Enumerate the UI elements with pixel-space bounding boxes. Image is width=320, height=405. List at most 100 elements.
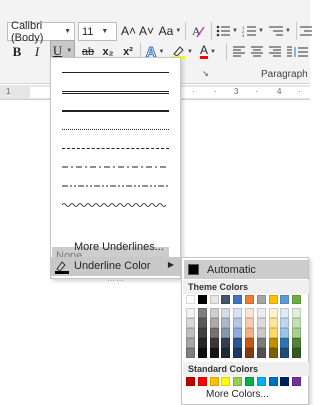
- theme-color-swatch[interactable]: [280, 295, 290, 304]
- theme-tint-swatch[interactable]: [245, 328, 254, 338]
- standard-color-swatch[interactable]: [292, 377, 302, 386]
- more-underlines-item[interactable]: More Underlines...: [51, 238, 180, 257]
- standard-color-swatch[interactable]: [280, 377, 290, 386]
- theme-tint-swatch[interactable]: [209, 308, 219, 318]
- theme-color-swatch[interactable]: [186, 295, 195, 304]
- theme-tint-swatch[interactable]: [256, 328, 266, 338]
- theme-tint-swatch[interactable]: [268, 318, 278, 328]
- theme-tint-swatch[interactable]: [280, 328, 290, 338]
- theme-tint-swatch[interactable]: [292, 338, 302, 348]
- theme-tint-swatch[interactable]: [186, 348, 195, 358]
- standard-color-swatch[interactable]: [221, 377, 231, 386]
- theme-tint-swatch[interactable]: [280, 318, 290, 328]
- standard-color-swatch[interactable]: [268, 377, 278, 386]
- theme-tint-swatch[interactable]: [186, 308, 195, 318]
- theme-color-swatch[interactable]: [221, 295, 231, 304]
- theme-tint-swatch[interactable]: [209, 348, 219, 358]
- theme-color-swatch[interactable]: [209, 295, 219, 304]
- more-colors-item[interactable]: More Colors...: [206, 389, 269, 400]
- standard-color-swatch[interactable]: [186, 377, 195, 386]
- theme-tint-swatch[interactable]: [280, 348, 290, 358]
- numbering-button[interactable]: 123 ▼: [242, 20, 264, 42]
- standard-color-swatch[interactable]: [233, 377, 243, 386]
- theme-tint-swatch[interactable]: [233, 308, 243, 318]
- underline-wave[interactable]: [54, 196, 177, 215]
- font-name-combo[interactable]: Calibri (Body) ▼: [7, 20, 75, 44]
- theme-tint-swatch[interactable]: [209, 318, 219, 328]
- font-color-button[interactable]: A ▼: [196, 41, 220, 63]
- align-right-button[interactable]: [267, 41, 283, 63]
- theme-tint-swatch[interactable]: [280, 308, 290, 318]
- shrink-font-button[interactable]: A˅: [139, 20, 154, 42]
- theme-tint-swatch[interactable]: [268, 308, 278, 318]
- theme-tint-swatch[interactable]: [221, 328, 231, 338]
- theme-tint-swatch[interactable]: [221, 308, 231, 318]
- line-spacing-button[interactable]: [292, 41, 310, 63]
- theme-tint-swatch[interactable]: [292, 348, 302, 358]
- theme-tint-swatch[interactable]: [197, 318, 207, 328]
- clear-formatting-button[interactable]: A: [189, 20, 207, 42]
- theme-tint-swatch[interactable]: [209, 328, 219, 338]
- theme-tint-swatch[interactable]: [280, 338, 290, 348]
- theme-tint-swatch[interactable]: [233, 348, 243, 358]
- theme-tint-swatch[interactable]: [256, 318, 266, 328]
- theme-tint-swatch[interactable]: [197, 308, 207, 318]
- standard-color-swatch[interactable]: [197, 377, 207, 386]
- theme-tint-swatch[interactable]: [221, 338, 231, 348]
- theme-tint-swatch[interactable]: [197, 348, 207, 358]
- underline-dash-dot[interactable]: [54, 158, 177, 177]
- multilevel-list-button[interactable]: ▼: [268, 20, 292, 42]
- underline-dotted[interactable]: [54, 120, 177, 139]
- underline-single[interactable]: [54, 63, 177, 82]
- theme-tint-swatch[interactable]: [292, 318, 302, 328]
- theme-tint-swatch[interactable]: [197, 338, 207, 348]
- theme-tint-swatch[interactable]: [245, 308, 254, 318]
- theme-tint-swatch[interactable]: [292, 308, 302, 318]
- font-dialog-launcher[interactable]: ↘: [202, 69, 209, 78]
- decrease-indent-button[interactable]: [299, 20, 313, 42]
- theme-tint-swatch[interactable]: [292, 328, 302, 338]
- underline-double[interactable]: [54, 82, 177, 101]
- underline-dashed[interactable]: [54, 139, 177, 158]
- theme-color-swatch[interactable]: [233, 295, 243, 304]
- grow-font-button[interactable]: A˄: [121, 20, 136, 42]
- theme-tint-swatch[interactable]: [221, 318, 231, 328]
- theme-tint-swatch[interactable]: [268, 348, 278, 358]
- automatic-color-item[interactable]: Automatic: [184, 260, 308, 279]
- theme-color-swatch[interactable]: [256, 295, 266, 304]
- theme-tint-swatch[interactable]: [245, 338, 254, 348]
- theme-tint-swatch[interactable]: [245, 348, 254, 358]
- change-case-button[interactable]: Aa ▼: [158, 20, 182, 42]
- standard-color-swatch[interactable]: [209, 377, 219, 386]
- theme-tint-swatch[interactable]: [186, 338, 195, 348]
- theme-color-swatch[interactable]: [245, 295, 254, 304]
- theme-tint-swatch[interactable]: [209, 338, 219, 348]
- theme-tint-swatch[interactable]: [233, 338, 243, 348]
- underline-thick[interactable]: [54, 101, 177, 120]
- theme-tint-swatch[interactable]: [268, 338, 278, 348]
- theme-tint-swatch[interactable]: [256, 308, 266, 318]
- theme-tint-swatch[interactable]: [197, 328, 207, 338]
- theme-tint-swatch[interactable]: [256, 338, 266, 348]
- align-center-button[interactable]: [249, 41, 265, 63]
- theme-tint-swatch[interactable]: [233, 328, 243, 338]
- theme-tint-swatch[interactable]: [268, 328, 278, 338]
- theme-tint-swatch[interactable]: [233, 318, 243, 328]
- resize-grip-icon[interactable]: ……: [107, 274, 125, 283]
- theme-tint-swatch[interactable]: [256, 348, 266, 358]
- theme-color-swatch[interactable]: [292, 295, 302, 304]
- underline-dash-dot-dot[interactable]: [54, 177, 177, 196]
- theme-tint-swatch[interactable]: [221, 348, 231, 358]
- theme-tint-swatch[interactable]: [186, 328, 195, 338]
- theme-tint-swatch[interactable]: [186, 318, 195, 328]
- theme-color-swatch[interactable]: [268, 295, 278, 304]
- standard-color-swatch[interactable]: [245, 377, 254, 386]
- bold-button[interactable]: B: [9, 41, 25, 63]
- bullets-button[interactable]: ▼: [216, 20, 238, 42]
- theme-tint-swatch[interactable]: [245, 318, 254, 328]
- align-left-button[interactable]: [231, 41, 247, 63]
- italic-button[interactable]: I: [29, 41, 45, 63]
- font-size-combo[interactable]: 11 ▼: [78, 22, 117, 41]
- theme-color-swatch[interactable]: [197, 295, 207, 304]
- standard-color-swatch[interactable]: [256, 377, 266, 386]
